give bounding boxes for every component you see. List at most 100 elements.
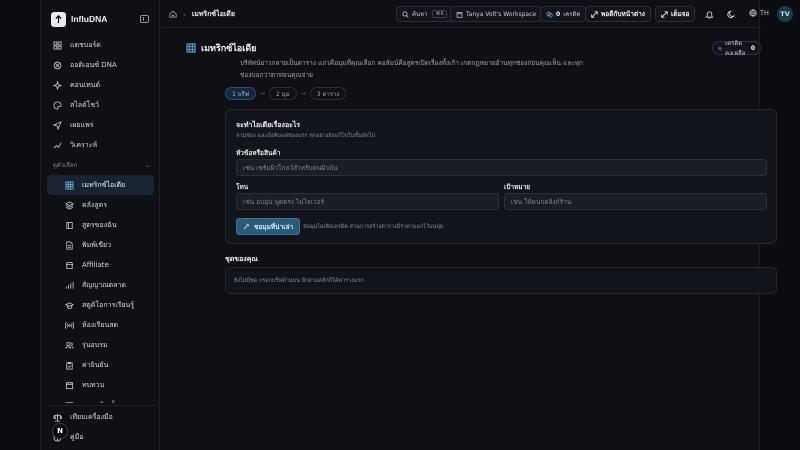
form-subtitle: สามช่อง และบังคับแค่ช่องแรก ทุกอย่างยังแ…	[236, 133, 375, 139]
sidebar-item-label: แดชบอร์ด	[70, 40, 101, 49]
globe-icon	[749, 9, 757, 17]
sidebar-sub-item[interactable]: ความคิดเห็น	[47, 395, 154, 403]
chart-icon	[53, 141, 62, 150]
fit-window-button[interactable]: พอดีกับหน้าต่าง	[585, 6, 651, 22]
doc-icon	[65, 240, 74, 250]
sidebar-sub-item[interactable]: คลังสูตร	[47, 195, 154, 215]
credits-button[interactable]: 0 เครดิต	[540, 6, 587, 22]
sparkle-icon	[53, 80, 62, 90]
credits-label: เครดิต	[563, 11, 581, 18]
sidebar-sub-item-label: สัญญาณตลาด	[82, 280, 126, 289]
workspace-switcher[interactable]: Tanya Volt's Workspace	[450, 6, 543, 22]
avatar[interactable]: TV	[777, 6, 793, 22]
dna-icon	[53, 61, 62, 70]
sidebar-sub-item-label: ทบทวน	[82, 380, 105, 389]
sidebar-sub-item-label: เมทริกซ์ไอเดีย	[82, 180, 126, 189]
sidebar-sub-item[interactable]: ทบทวน	[47, 375, 154, 395]
app-window: InfluDNA แดชบอร์ดออดิเอนซ์ DNA คอนเทนต์สไ…	[40, 0, 793, 450]
sidebar-bottom-item-label: เทียบเครื่องมือ	[70, 412, 113, 421]
step-angle[interactable]: 2 มุม	[269, 87, 297, 100]
chat-icon	[65, 401, 74, 403]
sidebar-sub-item-label: ห้องเรียนสด	[82, 320, 119, 329]
sidebar-item-label: คอนเทนต์	[70, 80, 101, 89]
search-label: ค้นหา	[412, 11, 428, 18]
sidebar-sub-item-label: พิมพ์เขียว	[82, 240, 112, 249]
sidebar-sub-item[interactable]: ห้องเรียนสด	[47, 315, 154, 335]
chevron-down-icon: ⌄	[144, 161, 150, 169]
language-switcher[interactable]: TH	[749, 9, 769, 17]
n-badge[interactable]: N	[52, 423, 68, 439]
page-description: บริหัศน์ยาวกลายเป็นตาราง แถวคือมุมที่คุณ…	[240, 59, 583, 79]
brief-form-card: จะทำไอเดียเรื่องอะไร สามช่อง และบังคับแค…	[225, 109, 777, 244]
sidebar-sub-item[interactable]: สัญญาณตลาด	[47, 275, 154, 295]
sidebar-sub-item[interactable]: รุ่นอบรม	[47, 335, 154, 355]
sidebar-item[interactable]: แดชบอร์ด	[47, 35, 154, 55]
divider	[47, 405, 154, 406]
credit-balance-value: 0	[750, 44, 755, 52]
layers-icon	[65, 200, 74, 210]
credit-balance-label: เครดิตคงเหลือ	[725, 40, 746, 57]
home-icon[interactable]	[169, 10, 177, 20]
sidebar-sub-item[interactable]: พิมพ์เขียว	[47, 235, 154, 255]
coins-icon	[718, 46, 722, 50]
goal-input[interactable]: เช่น ให้คนกดลิงก์ร้าน	[504, 193, 767, 210]
breadcrumb-separator: ›	[183, 10, 186, 19]
credit-balance-badge: เครดิตคงเหลือ 0	[712, 40, 761, 57]
search-button[interactable]: ค้นหา ⌘K	[396, 6, 453, 22]
main-nav: แดชบอร์ดออดิเอนซ์ DNA คอนเทนต์สไลด์โชว์เผ…	[47, 35, 154, 155]
fit-window-label: พอดีกับหน้าต่าง	[601, 10, 645, 18]
find-angles-button[interactable]: ชอมุมที่น่าเล่า	[236, 218, 301, 235]
brand-name: InfluDNA	[71, 14, 108, 24]
sidebar-sub-item[interactable]: สูตรของฉัน	[47, 215, 154, 235]
sidebar-toggle-icon[interactable]	[140, 15, 149, 23]
building-icon	[456, 11, 463, 18]
sidebar-sub-item-label: ค่ายินยัน	[82, 360, 109, 369]
search-icon	[402, 10, 409, 18]
product-input[interactable]: เช่น เซรั่มผิวโกลว์สำหรับคนผิวมัน	[236, 159, 767, 176]
submit-note: ชอมุมไม่เสียเครดิต ส่วนการสร้างตารางมีรา…	[303, 224, 444, 230]
topbar: › เมทริกซ์ไอเดีย ค้นหา ⌘K Tanya Volt's W…	[161, 0, 793, 28]
fullscreen-button[interactable]: เต็มจอ	[655, 6, 696, 22]
step-brief[interactable]: 1 บรีฟ	[225, 87, 257, 100]
sidebar-sub-item-label: สูตรของฉัน	[82, 220, 117, 229]
sidebar-item[interactable]: วิเคราะห์	[47, 135, 154, 155]
sidebar-item-label: สไลด์โชว์	[70, 100, 100, 109]
sidebar-item[interactable]: คอนเทนต์	[47, 75, 154, 95]
sidebar-sub-item[interactable]: Affiliate	[47, 255, 154, 275]
section-label: ดูตัวเลือก	[53, 162, 78, 169]
coins-icon	[546, 11, 553, 18]
sidebar-sub-item[interactable]: สตูดิโอการเรียนรู้	[47, 295, 154, 315]
clipboard-icon	[65, 361, 74, 370]
scale-icon	[53, 413, 62, 422]
grid-icon	[53, 40, 62, 50]
form-title: จะทำไอเดียเรื่องอะไร	[236, 121, 301, 129]
page-title: เมทริกซ์ไอเดีย	[201, 44, 257, 54]
workspace-name: Tanya Volt's Workspace	[466, 10, 537, 18]
sidebar-item[interactable]: สไลด์โชว์	[47, 95, 154, 115]
tone-input[interactable]: เช่น อบอุ่น พูดตรง ไม่ไฮเวอร์	[236, 193, 499, 210]
language-label: TH	[760, 9, 769, 17]
breadcrumb: › เมทริกซ์ไอเดีย	[169, 9, 235, 20]
sidebar-item[interactable]: ออดิเอนซ์ DNA	[47, 55, 154, 75]
step-table[interactable]: 3 ตาราง	[309, 87, 347, 100]
signal-icon	[65, 281, 74, 290]
sub-nav: เมทริกซ์ไอเดียคลังสูตรสูตรของฉันพิมพ์เขี…	[47, 175, 154, 403]
sidebar-sub-item-label: สตูดิโอการเรียนรู้	[82, 300, 135, 309]
brand[interactable]: InfluDNA	[51, 11, 107, 27]
matrix-icon	[186, 43, 196, 53]
section-header[interactable]: ดูตัวเลือก ⌄	[47, 158, 154, 172]
stepper: 1 บรีฟ → 2 มุม → 3 ตาราง	[225, 87, 347, 100]
cap-icon	[65, 301, 74, 310]
book-icon	[65, 221, 74, 230]
sidebar: InfluDNA แดชบอร์ดออดิเอนซ์ DNA คอนเทนต์สไ…	[41, 0, 160, 450]
store-icon	[65, 261, 74, 270]
logo-icon	[51, 11, 66, 27]
sidebar-sub-item-label: คลังสูตร	[82, 200, 107, 209]
goal-label: เป้าหมาย	[504, 183, 531, 191]
sidebar-sub-item[interactable]: ค่ายินยัน	[47, 355, 154, 375]
moon-icon[interactable]	[725, 8, 737, 20]
sidebar-item[interactable]: เผยแพร่	[47, 115, 154, 135]
sidebar-sub-item[interactable]: เมทริกซ์ไอเดีย	[47, 175, 154, 195]
bell-icon[interactable]	[703, 8, 715, 20]
fullscreen-icon	[661, 10, 668, 18]
